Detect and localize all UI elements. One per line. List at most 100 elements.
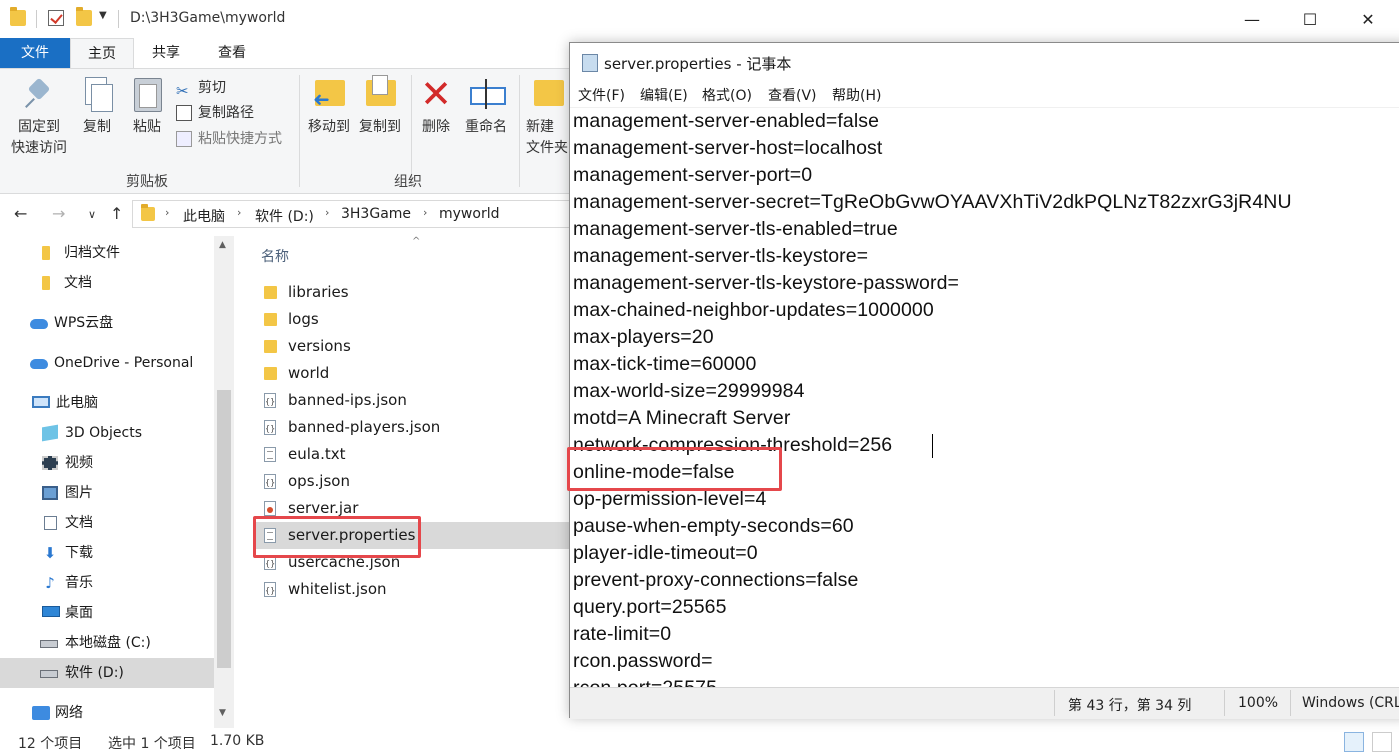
chevron-right-icon[interactable]: › — [325, 206, 329, 219]
new-folder-icon[interactable] — [76, 7, 92, 26]
rename-icon — [468, 75, 506, 113]
address-bar[interactable]: › 此电脑 › 软件 (D:) › 3H3Game › myworld — [132, 200, 570, 228]
divider — [299, 75, 300, 187]
text-line: max-tick-time=60000 — [573, 353, 757, 375]
recent-chevron-down-icon[interactable]: ∨ — [88, 208, 96, 221]
file-row[interactable]: server.jar — [254, 495, 570, 522]
scroll-up-icon[interactable]: ▲ — [219, 240, 226, 250]
delete-button[interactable]: ✕ 删除 — [418, 75, 454, 138]
nav-item-wps-cloud[interactable]: WPS云盘 — [0, 308, 214, 338]
sort-caret-icon: ^ — [412, 236, 421, 247]
paste-icon — [129, 75, 165, 113]
close-button[interactable]: ✕ — [1339, 0, 1397, 38]
file-row[interactable]: usercache.json — [254, 549, 570, 577]
menu-format[interactable]: 格式(O) — [702, 85, 752, 105]
nav-item-archive[interactable]: 归档文件 — [0, 238, 214, 268]
copy-button[interactable]: 复制 — [78, 75, 116, 138]
copy-path-button[interactable]: 复制路径 — [176, 102, 254, 124]
notepad-text-area[interactable]: management-server-enabled=false managemen… — [570, 107, 1399, 687]
tab-file[interactable]: 文件 — [0, 38, 70, 68]
tab-home[interactable]: 主页 — [70, 38, 134, 68]
tab-share[interactable]: 共享 — [134, 38, 198, 68]
paste-shortcut-button[interactable]: 粘贴快捷方式 — [176, 128, 282, 150]
file-row[interactable]: server.properties — [254, 522, 570, 549]
text-line: query.port=25565 — [573, 596, 727, 618]
file-row[interactable]: logs — [254, 306, 570, 333]
breadcrumb-myworld[interactable]: myworld — [439, 206, 499, 222]
text-line: motd=A Minecraft Server — [573, 407, 791, 429]
nav-scrollbar[interactable]: ▲ ▼ — [214, 236, 234, 728]
rename-button[interactable]: 重命名 — [462, 75, 510, 138]
nav-item-network[interactable]: 网络 — [0, 698, 214, 728]
drive-icon — [40, 640, 58, 648]
txt-file-icon — [264, 447, 276, 462]
file-row[interactable]: world — [254, 360, 570, 387]
details-view-icon[interactable] — [1344, 732, 1364, 752]
notepad-menubar: 文件(F) 编辑(E) 格式(O) 查看(V) 帮助(H) — [570, 81, 1399, 107]
3d-objects-icon — [42, 424, 58, 442]
nav-item-documents-pinned[interactable]: 文档 — [0, 268, 214, 298]
new-folder-button[interactable]: 新建 文件夹 — [526, 75, 572, 159]
nav-item-3d-objects[interactable]: 3D Objects — [0, 418, 214, 448]
file-list: ^ 名称 libraries logs versions world banned-ip… — [234, 236, 570, 728]
rename-label: 重命名 — [465, 119, 507, 135]
chevron-right-icon[interactable]: › — [165, 206, 169, 219]
desktop-icon — [42, 606, 60, 617]
properties-icon[interactable] — [48, 10, 64, 26]
text-line: management-server-secret=TgReObGvwOYAAVX… — [573, 191, 1292, 213]
copy-to-icon — [362, 75, 398, 113]
menu-file[interactable]: 文件(F) — [578, 85, 625, 105]
status-selected: 选中 1 个项目 — [108, 736, 196, 752]
chevron-right-icon[interactable]: › — [237, 206, 241, 219]
nav-item-drive-c[interactable]: 本地磁盘 (C:) — [0, 628, 214, 658]
cut-button[interactable]: ✂ 剪切 — [176, 77, 226, 100]
text-line: prevent-proxy-connections=false — [573, 569, 859, 591]
json-file-icon — [264, 415, 276, 442]
back-arrow-icon[interactable]: ← — [14, 204, 27, 223]
chevron-right-icon[interactable]: › — [423, 206, 427, 219]
move-to-button[interactable]: 移动到 — [305, 75, 353, 138]
nav-item-music[interactable]: ♪ 音乐 — [0, 568, 214, 598]
file-row[interactable]: banned-players.json — [254, 414, 570, 442]
breadcrumb-this-pc[interactable]: 此电脑 — [183, 206, 225, 226]
nav-item-this-pc[interactable]: 此电脑 — [0, 388, 214, 418]
file-row[interactable]: banned-ips.json — [254, 387, 570, 415]
scroll-down-icon[interactable]: ▼ — [219, 708, 226, 718]
up-arrow-icon[interactable]: ↑ — [110, 204, 123, 223]
line-ending-encoding: Windows (CRLF) — [1302, 695, 1399, 711]
nav-item-drive-d[interactable]: 软件 (D:) — [0, 658, 214, 688]
copy-to-button[interactable]: 复制到 — [356, 75, 404, 138]
paste-button[interactable]: 粘贴 — [128, 75, 166, 138]
nav-item-downloads[interactable]: ⬇ 下载 — [0, 538, 214, 568]
json-file-icon — [264, 469, 276, 496]
breadcrumb-3h3game[interactable]: 3H3Game — [341, 206, 411, 222]
file-row[interactable]: eula.txt — [254, 441, 570, 468]
json-file-icon — [264, 550, 276, 577]
maximize-button[interactable]: ☐ — [1281, 0, 1339, 38]
breadcrumb-drive-d[interactable]: 软件 (D:) — [255, 206, 314, 226]
pin-to-quick-access-button[interactable]: 固定到 快速访问 — [8, 75, 70, 159]
folder-icon — [264, 367, 277, 380]
notepad-window: server.properties - 记事本 文件(F) 编辑(E) 格式(O… — [569, 42, 1399, 719]
minimize-button[interactable]: — — [1223, 0, 1281, 38]
menu-edit[interactable]: 编辑(E) — [640, 85, 688, 105]
nav-item-pictures[interactable]: 图片 — [0, 478, 214, 508]
file-row[interactable]: versions — [254, 333, 570, 360]
nav-item-onedrive[interactable]: OneDrive - Personal — [0, 348, 214, 378]
nav-item-label: 图片 — [65, 485, 93, 501]
column-header-name[interactable]: 名称 — [261, 246, 289, 266]
text-line: op-permission-level=4 — [573, 488, 767, 510]
menu-help[interactable]: 帮助(H) — [832, 85, 881, 105]
nav-item-documents[interactable]: 文档 — [0, 508, 214, 538]
file-row[interactable]: whitelist.json — [254, 576, 570, 604]
forward-arrow-icon[interactable]: → — [52, 204, 65, 223]
nav-item-desktop[interactable]: 桌面 — [0, 598, 214, 628]
menu-view[interactable]: 查看(V) — [768, 85, 817, 105]
file-row[interactable]: libraries — [254, 279, 570, 306]
quick-access-dropdown-icon[interactable]: ▼ — [99, 10, 107, 21]
tab-view[interactable]: 查看 — [198, 38, 266, 68]
nav-item-videos[interactable]: 视频 — [0, 448, 214, 478]
file-row[interactable]: ops.json — [254, 468, 570, 496]
scrollbar-thumb[interactable] — [217, 390, 231, 668]
large-icons-view-icon[interactable] — [1372, 732, 1392, 752]
